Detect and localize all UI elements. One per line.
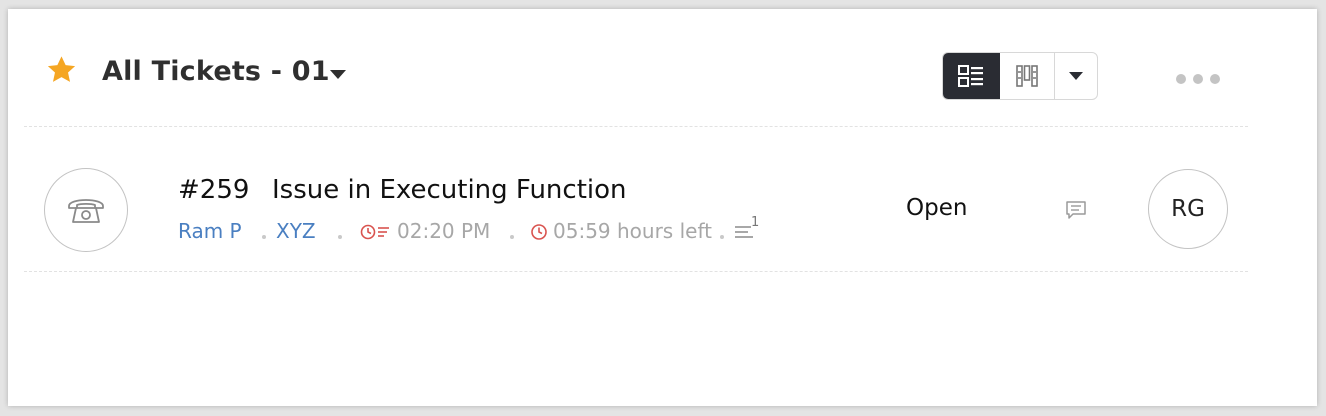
view-title[interactable]: All Tickets - 01 xyxy=(102,56,330,87)
contact-name-link[interactable]: Ram P xyxy=(178,219,242,243)
created-time: 02:20 PM xyxy=(397,219,491,243)
separator-dot xyxy=(510,235,514,239)
more-options-button[interactable] xyxy=(1176,71,1226,87)
more-dot-icon xyxy=(1193,74,1203,84)
ticket-status[interactable]: Open xyxy=(906,195,967,221)
thread-count: 1 xyxy=(751,215,760,230)
ticket-number[interactable]: #259 xyxy=(178,175,249,205)
list-view-button[interactable] xyxy=(943,53,1000,99)
created-time-icon xyxy=(360,224,389,240)
ticket-row[interactable]: #259 Issue in Executing Function Ram P X… xyxy=(24,137,1248,279)
view-dropdown-caret-icon[interactable] xyxy=(330,70,346,79)
list-view-icon xyxy=(958,65,984,87)
ticket-subject[interactable]: Issue in Executing Function xyxy=(272,175,627,205)
comment-icon[interactable] xyxy=(1065,200,1087,220)
separator-dot xyxy=(720,235,724,239)
due-time-left: 05:59 hours left xyxy=(553,219,712,243)
clock-icon xyxy=(531,224,547,240)
phone-icon xyxy=(68,199,104,223)
kanban-view-icon xyxy=(1016,65,1038,87)
channel-avatar xyxy=(44,168,128,252)
header-divider xyxy=(24,126,1248,127)
more-dot-icon xyxy=(1176,74,1186,84)
separator-dot xyxy=(338,235,342,239)
account-name-link[interactable]: XYZ xyxy=(276,219,316,243)
assignee-avatar[interactable]: RG xyxy=(1148,169,1228,249)
ticket-list-panel: All Tickets - 01 #259 Issue in Executing… xyxy=(8,9,1317,406)
view-options-dropdown[interactable] xyxy=(1055,53,1097,99)
star-icon[interactable] xyxy=(45,54,78,86)
chevron-down-icon xyxy=(1069,72,1084,80)
separator-dot xyxy=(262,235,266,239)
kanban-view-button[interactable] xyxy=(1000,53,1056,99)
view-switcher xyxy=(942,52,1098,100)
more-dot-icon xyxy=(1210,74,1220,84)
row-divider xyxy=(24,271,1248,272)
